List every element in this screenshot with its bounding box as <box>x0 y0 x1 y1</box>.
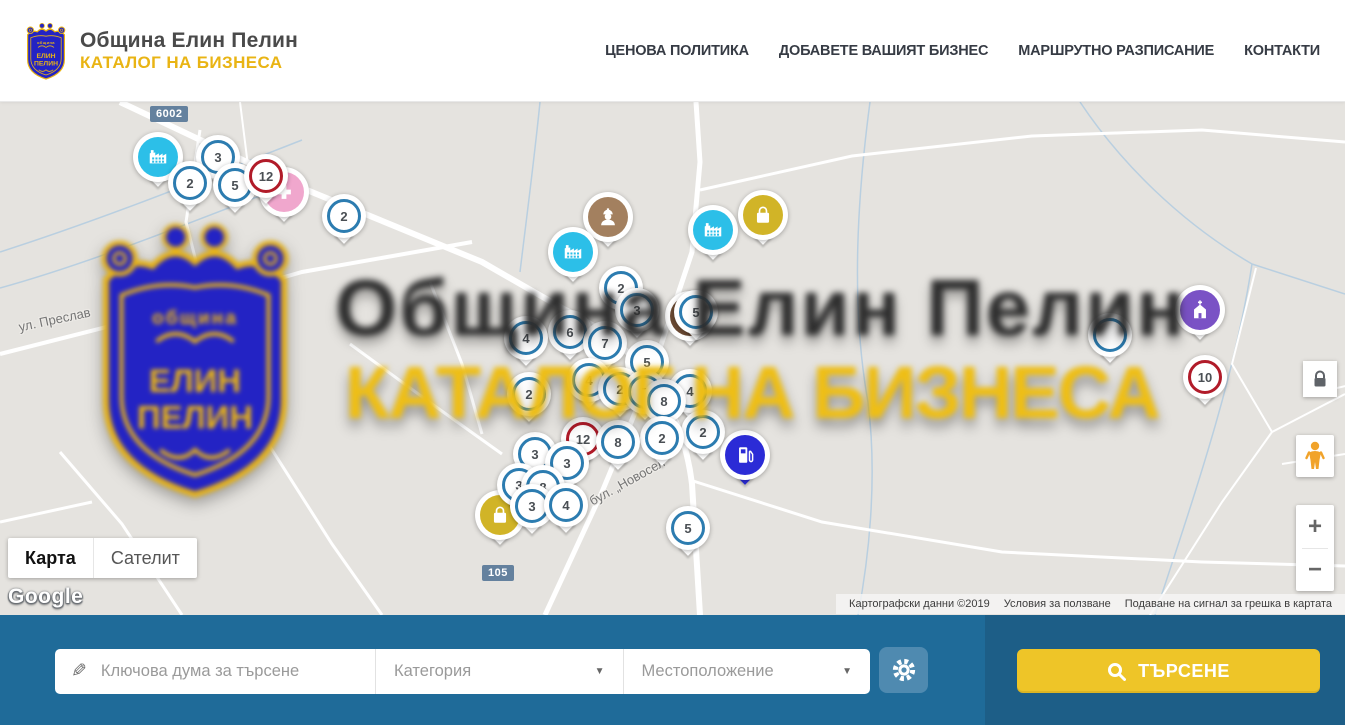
location-select-value: Местоположение <box>642 662 774 681</box>
map-type-satellite-button[interactable]: Сателит <box>93 538 197 578</box>
search-fields-group: ✎ Категория ▼ Местоположение ▼ <box>55 649 870 694</box>
map-type-control: Карта Сателит <box>8 538 197 578</box>
municipality-crest-icon <box>22 21 70 81</box>
worker-icon <box>588 197 628 237</box>
cluster-count-label: 4 <box>509 321 543 355</box>
fuel-icon <box>725 435 765 475</box>
zoom-out-button[interactable]: − <box>1296 549 1334 591</box>
nav-contacts[interactable]: КОНТАКТИ <box>1244 43 1320 59</box>
zoom-control: + − <box>1296 505 1334 591</box>
cluster-count-label: 6 <box>553 315 587 349</box>
search-button-label: ТЪРСЕНЕ <box>1138 661 1230 682</box>
site-logo[interactable]: Община Елин Пелин КАТАЛОГ НА БИЗНЕСА <box>22 21 298 81</box>
main-nav: ЦЕНОВА ПОЛИТИКА ДОБАВЕТЕ ВАШИЯТ БИЗНЕС М… <box>605 43 1320 59</box>
category-select[interactable]: Категория ▼ <box>375 649 623 694</box>
category-select-value: Категория <box>394 662 471 681</box>
cluster-count-label: 12 <box>249 159 283 193</box>
nav-route-schedule[interactable]: МАРШРУТНО РАЗПИСАНИЕ <box>1018 43 1214 59</box>
nav-add-business[interactable]: ДОБАВЕТЕ ВАШИЯТ БИЗНЕС <box>779 43 988 59</box>
nav-pricing-policy[interactable]: ЦЕНОВА ПОЛИТИКА <box>605 43 749 59</box>
cluster-count-label: 7 <box>588 326 622 360</box>
google-logo[interactable]: Google <box>8 585 83 609</box>
pegman-icon <box>1304 441 1326 471</box>
cluster-count-label: 2 <box>327 199 361 233</box>
google-map[interactable]: 6002105 ул. Преславбул. „Новосел 3251222… <box>0 102 1345 615</box>
cluster-count-label: 8 <box>647 384 681 418</box>
cluster-count-label: 4 <box>549 488 583 522</box>
cluster-count-label: 8 <box>601 425 635 459</box>
bag-icon <box>743 195 783 235</box>
cluster-count-label: 3 <box>620 293 654 327</box>
chevron-down-icon: ▼ <box>595 666 605 677</box>
pencil-icon: ✎ <box>71 660 87 683</box>
site-subtitle: КАТАЛОГ НА БИЗНЕСА <box>80 53 298 73</box>
zoom-in-button[interactable]: + <box>1296 506 1334 548</box>
road-number-chip: 6002 <box>150 106 188 122</box>
street-view-pegman-button[interactable] <box>1296 435 1334 477</box>
site-header: Община Елин Пелин КАТАЛОГ НА БИЗНЕСА ЦЕН… <box>0 0 1345 102</box>
attribution-report-error-link[interactable]: Подаване на сигнал за грешка в картата <box>1118 598 1339 610</box>
site-title: Община Елин Пелин <box>80 29 298 53</box>
road-number-chip: 105 <box>482 565 514 581</box>
attribution-terms-link[interactable]: Условия за ползване <box>997 598 1118 610</box>
cluster-count-label: 2 <box>686 415 720 449</box>
cluster-count-label: 10 <box>1188 360 1222 394</box>
cluster-count-label: 2 <box>173 166 207 200</box>
keyword-search-input[interactable] <box>99 661 333 682</box>
cluster-count-label: 2 <box>645 421 679 455</box>
attribution-map-data: Картографски данни ©2019 <box>842 598 997 610</box>
search-icon <box>1107 662 1126 681</box>
cluster-count-label: 5 <box>671 511 705 545</box>
advanced-settings-button[interactable] <box>879 647 928 693</box>
cluster-count-label: 5 <box>679 295 713 329</box>
search-submit-button[interactable]: ТЪРСЕНЕ <box>1017 649 1320 693</box>
map-type-map-button[interactable]: Карта <box>8 538 93 578</box>
factory-icon <box>693 210 733 250</box>
keyword-field-wrap: ✎ <box>55 649 375 694</box>
lock-icon <box>1312 370 1328 388</box>
search-bar: ✎ Категория ▼ Местоположение ▼ ТЪРСЕНЕ <box>0 615 1345 725</box>
cluster-count-label: 2 <box>512 377 546 411</box>
map-lock-button[interactable] <box>1303 361 1337 397</box>
cluster-count-label <box>1093 318 1127 352</box>
factory-icon <box>553 232 593 272</box>
location-select[interactable]: Местоположение ▼ <box>623 649 871 694</box>
chevron-down-icon: ▼ <box>842 666 852 677</box>
gear-icon <box>891 657 917 683</box>
map-attribution: Картографски данни ©2019 Условия за полз… <box>836 594 1345 614</box>
search-button-panel: ТЪРСЕНЕ <box>985 615 1345 725</box>
church-icon <box>1180 290 1220 330</box>
